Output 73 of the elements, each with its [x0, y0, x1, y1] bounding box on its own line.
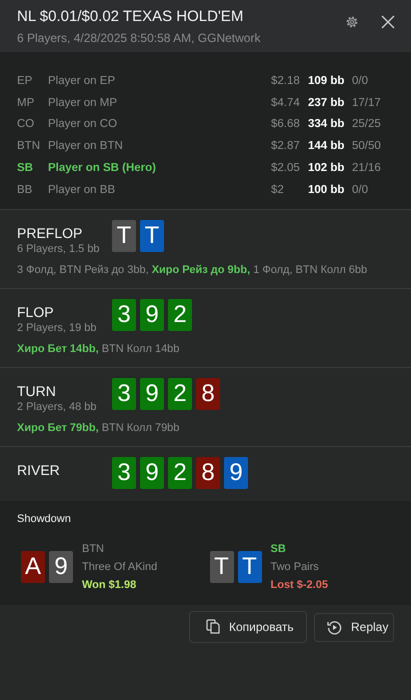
playing-card: 8 [196, 456, 220, 489]
player-stats: 21/16 [352, 162, 381, 174]
close-icon[interactable] [381, 15, 395, 29]
player-position: BTN [82, 542, 105, 555]
player-name: Player on SB (Hero) [48, 162, 157, 174]
player-position: MP [17, 96, 36, 109]
player-position: SB [270, 542, 287, 555]
player-bb: 100 bb [308, 184, 346, 196]
player-position: BTN [17, 140, 41, 152]
player-bb: 102 bb [308, 162, 346, 174]
hand-result: Lost $-2.05 [270, 578, 328, 591]
playing-card: 3 [112, 378, 136, 410]
hand-result: Won $1.98 [82, 578, 138, 591]
playing-card: 8 [196, 378, 220, 410]
settings-icon[interactable] [345, 15, 359, 29]
action-line: Хиро Бет 14bb, BTN Колл 14bb [17, 342, 180, 355]
player-name: Player on BB [48, 184, 116, 196]
player-name: Player on BTN [48, 140, 124, 152]
player-name: Player on CO [48, 118, 118, 130]
player-position: SB [17, 162, 34, 174]
player-stats: 17/17 [352, 96, 381, 109]
player-stats: 0/0 [352, 74, 368, 87]
street-name: PREFLOP [17, 224, 84, 241]
copy-icon [206, 619, 220, 634]
player-stack: $2 [271, 184, 285, 196]
player-name: Player on MP [48, 96, 118, 109]
showdown-title: Showdown [17, 512, 72, 525]
player-name: Player on EP [48, 74, 116, 87]
player-bb: 109 bb [308, 74, 346, 87]
playing-card: 9 [140, 456, 164, 489]
street-name: TURN [17, 382, 57, 399]
playing-card: T [238, 550, 262, 583]
player-position: CO [17, 118, 36, 130]
player-stats: 25/25 [352, 118, 381, 130]
hand-info: 6 Players, 4/28/2025 8:50:58 AM, GGNetwork [17, 31, 262, 45]
player-position: BB [17, 184, 34, 196]
street-name: RIVER [17, 462, 61, 478]
playing-card: 2 [168, 298, 192, 331]
window-title: NL $0.01/$0.02 TEXAS HOLD'EM [17, 8, 244, 25]
street-info: 2 Players, 48 bb [17, 400, 98, 413]
player-stack: $2.87 [271, 140, 301, 152]
street-info: 2 Players, 19 bb [17, 322, 98, 334]
player-stats: 0/0 [352, 184, 368, 196]
playing-card: 3 [112, 456, 136, 489]
player-bb: 237 bb [308, 96, 346, 109]
playing-card: T [210, 550, 234, 583]
player-position: EP [17, 74, 34, 87]
action-line: Хиро Бет 79bb, BTN Колл 79bb [17, 422, 180, 434]
replay-icon [327, 620, 342, 635]
playing-card: T [112, 220, 136, 252]
playing-card: 2 [168, 456, 192, 489]
hand-combination: Two Pairs [270, 560, 320, 573]
playing-card: A [21, 550, 45, 583]
street-name: FLOP [17, 304, 55, 320]
player-stack: $2.18 [271, 74, 301, 87]
player-stack: $4.74 [271, 96, 301, 109]
copy-button[interactable]: Копировать [189, 610, 307, 643]
player-stack: $6.68 [271, 118, 301, 130]
playing-card: 9 [49, 550, 73, 583]
playing-card: 2 [168, 378, 192, 410]
player-stack: $2.05 [271, 162, 301, 174]
playing-card: 3 [112, 298, 136, 331]
replay-button[interactable]: Replay [314, 612, 394, 642]
street-info: 6 Players, 1.5 bb [17, 242, 101, 255]
playing-card: T [140, 220, 164, 252]
hand-combination: Three Of AKind [82, 560, 158, 573]
playing-card: 9 [140, 378, 164, 410]
player-stats: 50/50 [352, 140, 381, 152]
player-bb: 144 bb [308, 140, 346, 152]
action-line: 3 Фолд, BTN Рейз до 3bb, Хиро Рейз до 9bb, 1 Фолд, BTN Колл 6bb [17, 264, 368, 276]
player-bb: 334 bb [308, 118, 346, 130]
playing-card: 9 [224, 456, 248, 489]
playing-card: 9 [140, 298, 164, 331]
